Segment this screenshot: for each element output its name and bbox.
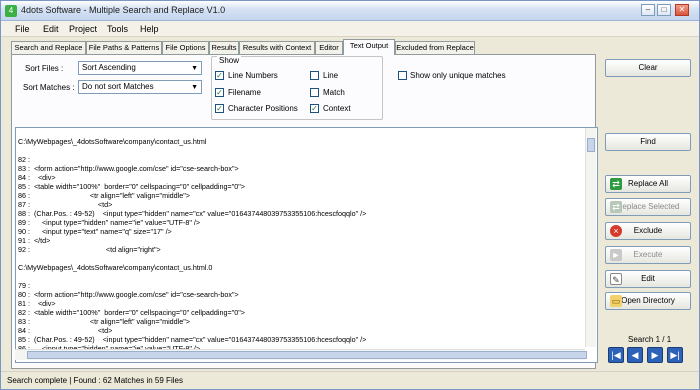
tab-results[interactable]: Results (209, 41, 239, 55)
output-line: 91 : </td> (18, 236, 51, 245)
sort-files-value: Sort Ascending (82, 63, 136, 72)
tab-search-and-replace[interactable]: Search and Replace (11, 41, 86, 55)
output-line: 84 : <div> (18, 173, 56, 182)
output-line: 88 : (Char.Pos. : 49-52) <input type="hi… (18, 209, 367, 218)
replace-selected-button[interactable]: ⇄ Replace Selected (605, 198, 691, 216)
output-line: 80 : <form action="http://www.google.com… (18, 290, 239, 299)
output-line: 84 : <td> (18, 326, 113, 335)
replace-all-icon: ⇄ (610, 178, 622, 190)
clear-label: Clear (638, 63, 658, 72)
menu-file[interactable]: File (15, 24, 30, 34)
status-bar: Search complete | Found : 62 Matches in … (1, 371, 699, 389)
context-checkbox[interactable]: ✓ (310, 104, 319, 113)
search-counter: Search 1 / 1 (628, 335, 672, 344)
line-checkbox[interactable] (310, 71, 319, 80)
find-button[interactable]: Find (605, 133, 691, 151)
output-line: 82 : (18, 155, 30, 164)
output-line: 83 : <form action="http://www.google.com… (18, 164, 239, 173)
replace-selected-icon: ⇄ (610, 201, 622, 213)
title-bar[interactable]: 4 4dots Software - Multiple Search and R… (1, 1, 699, 21)
output-line: C:\MyWebpages\_4dotsSoftware\company\con… (18, 263, 213, 272)
output-line: 81 : <div> (18, 299, 56, 308)
tab-results-with-context[interactable]: Results with Context (239, 41, 315, 55)
close-button[interactable]: ✕ (675, 4, 689, 16)
tab-editor[interactable]: Editor (315, 41, 343, 55)
maximize-button[interactable]: □ (657, 4, 671, 16)
edit-icon: ✎ (610, 273, 622, 285)
text-output-area[interactable]: C:\MyWebpages\_4dotsSoftware\company\con… (15, 127, 598, 363)
folder-icon: ▭ (610, 295, 622, 307)
open-directory-button[interactable]: ▭ Open Directory (605, 292, 691, 310)
app-logo-icon: 4 (5, 5, 17, 17)
tab-file-paths-patterns[interactable]: File Paths & Patterns (86, 41, 162, 55)
match-label: Match (323, 88, 345, 97)
tab-file-options[interactable]: File Options (162, 41, 209, 55)
edit-button[interactable]: ✎ Edit (605, 270, 691, 288)
output-line: 85 : (Char.Pos. : 49-52) <input type="hi… (18, 335, 367, 344)
line-label: Line (323, 71, 339, 80)
context-label: Context (323, 104, 351, 113)
output-line: 87 : <td> (18, 200, 113, 209)
find-label: Find (640, 137, 656, 146)
output-line: 82 : <table width="100%" border="0" cell… (18, 308, 246, 317)
tab-excluded-from-replace[interactable]: Excluded from Replace (395, 41, 475, 55)
edit-label: Edit (641, 274, 655, 283)
replace-all-label: Replace All (627, 179, 669, 188)
unique-matches-label: Show only unique matches (410, 71, 506, 80)
first-result-button[interactable]: |◀ (608, 347, 624, 363)
exclude-button[interactable]: × Exclude (605, 222, 691, 240)
exclude-label: Exclude (633, 226, 663, 235)
replace-all-button[interactable]: ⇄ Replace All (605, 175, 691, 193)
sort-matches-value: Do not sort Matches (82, 82, 154, 91)
line-numbers-checkbox[interactable]: ✓ (215, 71, 224, 80)
vertical-scroll-thumb[interactable] (587, 138, 595, 152)
next-result-button[interactable]: ▶ (647, 347, 663, 363)
output-line: 89 : <input type="hidden" name="ie" valu… (18, 218, 201, 227)
horizontal-scrollbar[interactable] (15, 349, 587, 360)
char-positions-checkbox[interactable]: ✓ (215, 104, 224, 113)
unique-matches-checkbox[interactable] (398, 71, 407, 80)
match-checkbox[interactable] (310, 88, 319, 97)
window-title: 4dots Software - Multiple Search and Rep… (21, 5, 226, 15)
app-window: 4 4dots Software - Multiple Search and R… (0, 0, 700, 390)
minimize-button[interactable]: – (641, 4, 655, 16)
menu-project[interactable]: Project (69, 24, 97, 34)
output-line: 79 : (18, 281, 30, 290)
dropdown-arrow-icon: ▼ (191, 84, 198, 91)
execute-button[interactable]: ► Execute (605, 246, 691, 264)
open-directory-label: Open Directory (621, 296, 675, 305)
horizontal-scroll-thumb[interactable] (27, 351, 587, 359)
output-line: 90 : <input type="text" name="q" size="1… (18, 227, 172, 236)
vertical-scrollbar[interactable] (585, 128, 596, 347)
filename-label: Filename (228, 88, 261, 97)
execute-icon: ► (610, 249, 622, 261)
output-line: 85 : <table width="100%" border="0" cell… (18, 182, 246, 191)
exclude-icon: × (610, 225, 622, 237)
char-positions-label: Character Positions (228, 104, 298, 113)
sort-matches-select[interactable]: Do not sort Matches ▼ (78, 80, 202, 94)
prev-result-button[interactable]: ◀ (627, 347, 643, 363)
tab-text-output[interactable]: Text Output (343, 39, 395, 55)
status-text: Search complete | Found : 62 Matches in … (7, 376, 183, 385)
menu-tools[interactable]: Tools (107, 24, 128, 34)
execute-label: Execute (633, 250, 663, 259)
output-line: 83 : <tr align="left" valign="middle"> (18, 317, 191, 326)
clear-button[interactable]: Clear (605, 59, 691, 77)
dropdown-arrow-icon: ▼ (191, 65, 198, 72)
output-line: 86 : <tr align="left" valign="middle"> (18, 191, 191, 200)
menu-help[interactable]: Help (140, 24, 159, 34)
menu-bar: File Edit Project Tools Help (1, 21, 699, 37)
replace-selected-label: Replace Selected (616, 202, 680, 211)
sort-files-label: Sort Files : (25, 64, 64, 73)
output-line: C:\MyWebpages\_4dotsSoftware\company\con… (18, 137, 207, 146)
output-line: 92 : <td align="right"> (18, 245, 161, 254)
sort-files-select[interactable]: Sort Ascending ▼ (78, 61, 202, 75)
menu-edit[interactable]: Edit (43, 24, 59, 34)
filename-checkbox[interactable]: ✓ (215, 88, 224, 97)
sort-matches-label: Sort Matches : (23, 83, 75, 92)
last-result-button[interactable]: ▶| (667, 347, 683, 363)
show-group-title: Show (217, 56, 242, 65)
line-numbers-label: Line Numbers (228, 71, 278, 80)
